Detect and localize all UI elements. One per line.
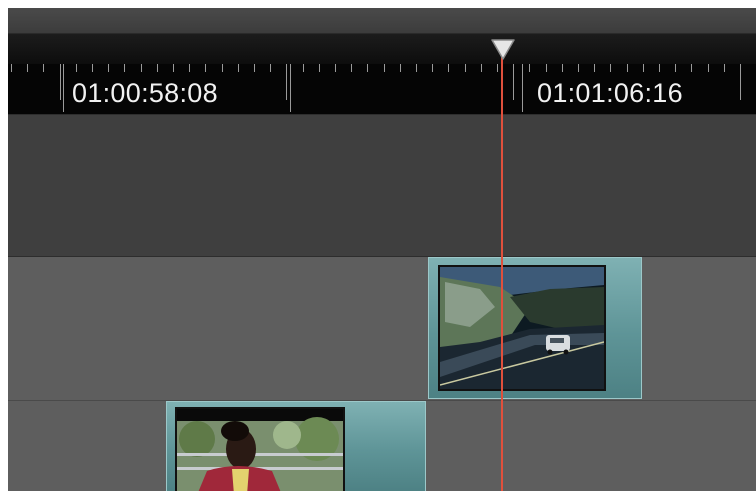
timeline-ruler[interactable]: 01:00:58:08 01:01:06:16 xyxy=(8,34,756,115)
track-v2[interactable] xyxy=(8,257,756,401)
timeline-panel: 01:00:58:08 01:01:06:16 xyxy=(8,8,756,491)
track-v1[interactable] xyxy=(8,401,756,491)
clip-thumbnail-woman xyxy=(175,407,345,491)
clip-thumbnail-road xyxy=(438,265,606,391)
empty-track-area[interactable] xyxy=(8,115,756,257)
timeline-toolbar xyxy=(8,8,756,34)
clip-road-car[interactable] xyxy=(428,257,642,399)
ruler-timecode-1: 01:00:58:08 xyxy=(72,78,218,108)
playhead-line[interactable] xyxy=(501,55,503,491)
playhead-handle-icon[interactable] xyxy=(489,38,517,62)
clip-woman-red[interactable] xyxy=(166,401,426,491)
ruler-timecode-2: 01:01:06:16 xyxy=(537,78,683,108)
